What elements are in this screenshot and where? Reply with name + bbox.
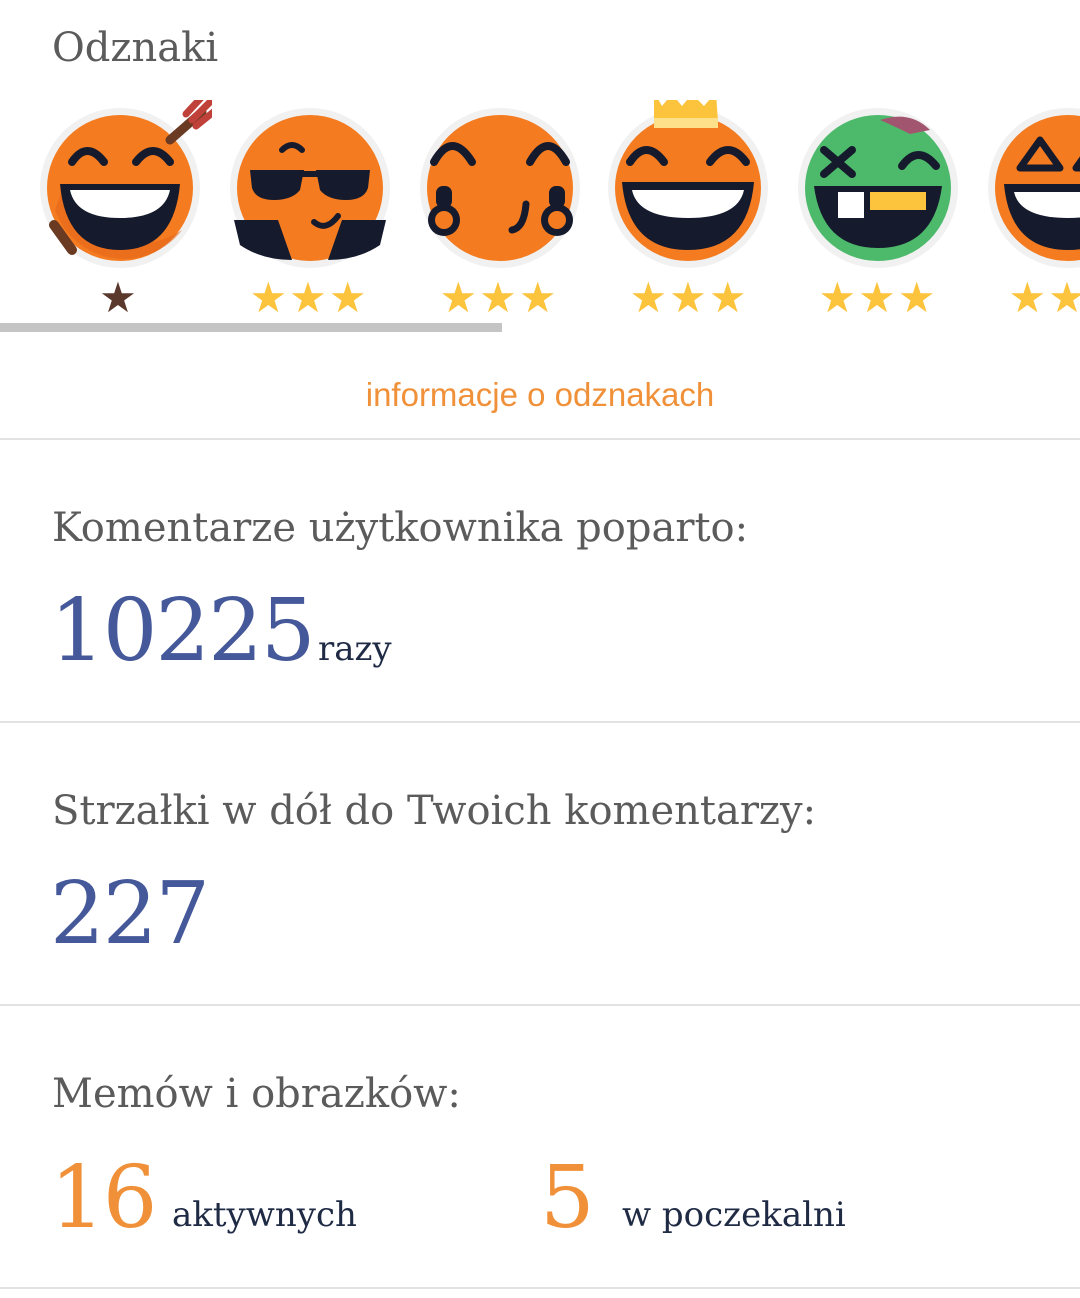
divider (0, 721, 1080, 723)
memes-active-unit: aktywnych (172, 1195, 357, 1235)
crown-badge-icon (608, 100, 768, 268)
upvotes-unit: razy (318, 629, 392, 669)
divider (0, 1287, 1080, 1289)
memes-active-count: 16 (50, 1148, 157, 1248)
triangle-eyes-badge-icon (988, 108, 1080, 268)
downvotes-count: 227 (50, 864, 210, 964)
badge-item[interactable]: ★ (32, 100, 212, 330)
memes-pending-count: 5 (540, 1148, 595, 1248)
badge-stars: ★★★ (1008, 273, 1080, 322)
badge-item[interactable]: ★★★ (222, 100, 402, 330)
thumbs-up-badge-icon (420, 108, 580, 268)
divider (0, 438, 1080, 440)
upvotes-label: Komentarze użytkownika poparto: (52, 505, 749, 551)
badges-scrollbar[interactable] (0, 323, 502, 332)
badge-item[interactable]: ★★★ (980, 100, 1080, 330)
badges-title: Odznaki (52, 25, 219, 71)
sunglasses-badge-icon (230, 108, 390, 268)
arrow-badge-icon (40, 100, 212, 268)
badge-stars: ★★★ (249, 273, 369, 322)
upvotes-count: 10225 (50, 581, 316, 681)
badge-item[interactable]: ★★★ (600, 100, 780, 330)
memes-pending-unit: w poczekalni (622, 1195, 846, 1235)
badge-stars: ★ (99, 273, 139, 322)
badge-stars: ★★★ (629, 273, 749, 322)
badges-carousel[interactable]: ★ ★★★ ★★★ ★★★ ★★★ ★★ (0, 100, 1080, 340)
downvotes-label: Strzałki w dół do Twoich komentarzy: (52, 788, 817, 834)
zombie-badge-icon (798, 108, 958, 268)
badge-item[interactable]: ★★★ (790, 100, 970, 330)
memes-label: Memów i obrazków: (52, 1071, 461, 1117)
badges-info-link[interactable]: informacje o odznakach (0, 378, 1080, 411)
badge-stars: ★★★ (818, 273, 938, 322)
divider (0, 1004, 1080, 1006)
badge-stars: ★★★ (439, 273, 559, 322)
badge-item[interactable]: ★★★ (412, 100, 592, 330)
